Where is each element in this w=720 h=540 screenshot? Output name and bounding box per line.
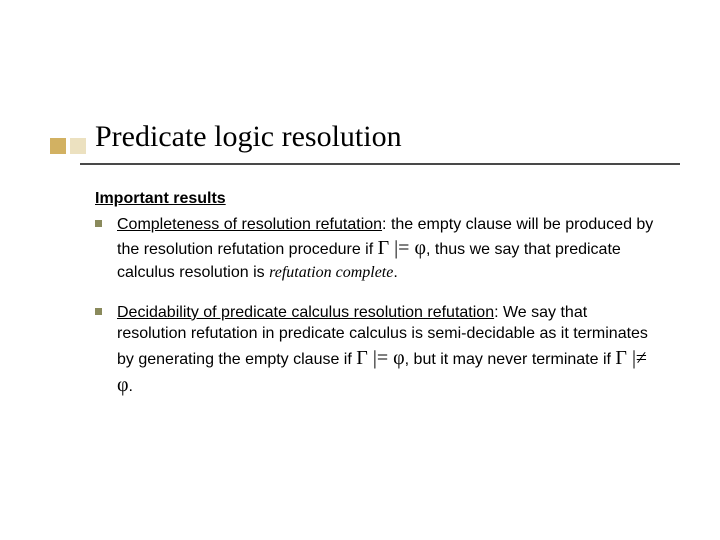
item-text: Decidability of predicate calculus resol… <box>117 302 655 399</box>
item-segment: , but it may never terminate if <box>405 351 616 368</box>
item-segment: . <box>393 264 397 281</box>
gamma-symbol: Γ <box>356 347 368 369</box>
list-item: Decidability of predicate calculus resol… <box>95 302 655 399</box>
accent-square-dark <box>50 138 66 154</box>
entails-symbol: |= <box>389 237 414 259</box>
phi-symbol: φ <box>117 374 129 396</box>
slide: Predicate logic resolution Important res… <box>0 0 720 540</box>
subheading: Important results <box>95 188 655 210</box>
accent-square-light <box>70 138 86 154</box>
gamma-symbol: Γ <box>615 347 627 369</box>
title-accent-squares <box>50 138 88 154</box>
item-emphasis: refutation complete <box>269 264 393 281</box>
slide-title: Predicate logic resolution <box>95 120 402 154</box>
phi-symbol: φ <box>414 237 426 259</box>
title-rule <box>80 163 680 165</box>
item-text: Completeness of resolution refutation: t… <box>117 214 655 284</box>
bullet-icon <box>95 214 117 284</box>
gamma-symbol: Γ <box>378 237 390 259</box>
list-item: Completeness of resolution refutation: t… <box>95 214 655 284</box>
item-lead: Completeness of resolution refutation <box>117 216 382 233</box>
entails-symbol: |= <box>368 347 393 369</box>
phi-symbol: φ <box>393 347 405 369</box>
bullet-icon <box>95 302 117 399</box>
slide-body: Important results Completeness of resolu… <box>95 188 655 417</box>
item-segment: . <box>129 378 133 395</box>
not-entails-symbol: |≠ <box>627 347 647 369</box>
item-lead: Decidability of predicate calculus resol… <box>117 304 494 321</box>
title-wrap: Predicate logic resolution <box>95 120 402 154</box>
